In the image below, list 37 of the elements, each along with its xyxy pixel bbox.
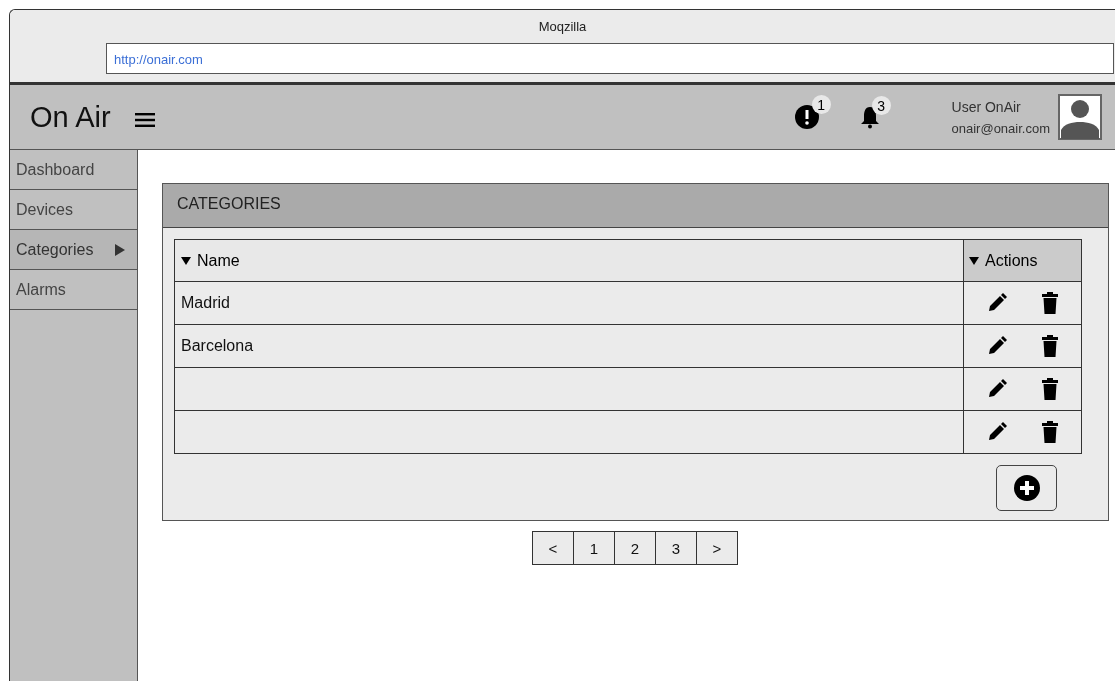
- sort-down-icon: [969, 257, 979, 265]
- trash-icon[interactable]: [1041, 421, 1058, 443]
- page-button[interactable]: <: [532, 531, 574, 565]
- add-button[interactable]: [996, 465, 1057, 511]
- trash-icon[interactable]: [1041, 378, 1058, 400]
- page-button[interactable]: 1: [573, 531, 615, 565]
- trash-icon[interactable]: [1041, 335, 1058, 357]
- window-title: Moqzilla: [538, 19, 587, 34]
- column-header[interactable]: Actions: [963, 239, 1082, 282]
- edit-icon[interactable]: [987, 293, 1008, 313]
- table-cell: Madrid: [174, 281, 964, 325]
- table-cell: Barcelona: [174, 324, 964, 368]
- add-icon: [1012, 474, 1041, 502]
- sidebar-item[interactable]: Categories: [10, 230, 137, 270]
- menu-icon[interactable]: [134, 113, 155, 127]
- arrow-right-icon: [115, 243, 125, 256]
- page-button[interactable]: 3: [655, 531, 697, 565]
- column-header[interactable]: Name: [174, 239, 964, 282]
- brand-title: On Air: [30, 100, 111, 134]
- panel-title: CATEGORIES: [163, 184, 1108, 228]
- edit-icon[interactable]: [987, 336, 1008, 356]
- alert-icon[interactable]: [793, 104, 820, 130]
- user-name: User OnAir: [951, 98, 1022, 115]
- notification-count-badge: 3: [871, 96, 891, 115]
- avatar-icon[interactable]: [1058, 94, 1102, 140]
- sidebar-item[interactable]: Dashboard: [10, 150, 137, 190]
- address-field[interactable]: http://onair.com: [106, 43, 1114, 74]
- edit-icon[interactable]: [987, 422, 1008, 442]
- page-button[interactable]: 2: [614, 531, 656, 565]
- sidebar-item[interactable]: Alarms: [10, 270, 137, 310]
- user-email: onair@onair.com: [951, 120, 1050, 136]
- edit-icon[interactable]: [987, 379, 1008, 399]
- page-button[interactable]: >: [696, 531, 738, 565]
- sort-down-icon: [181, 257, 191, 265]
- bell-icon[interactable]: [859, 105, 880, 129]
- alert-count-badge: 1: [811, 95, 831, 114]
- trash-icon[interactable]: [1041, 292, 1058, 314]
